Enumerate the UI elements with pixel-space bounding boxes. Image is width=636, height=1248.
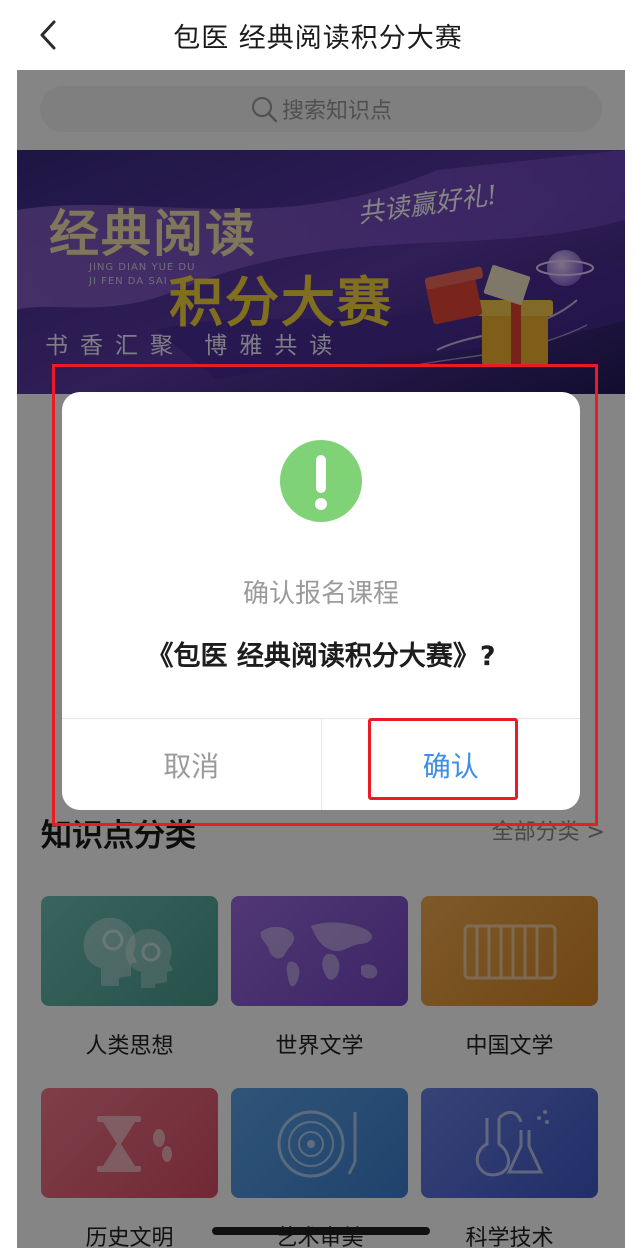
home-indicator[interactable] [212, 1227, 430, 1235]
page-title: 包医 经典阅读积分大赛 [173, 23, 463, 54]
top-navigation-bar: 包医 经典阅读积分大赛 [0, 0, 636, 70]
highlight-box-confirm [368, 718, 518, 800]
